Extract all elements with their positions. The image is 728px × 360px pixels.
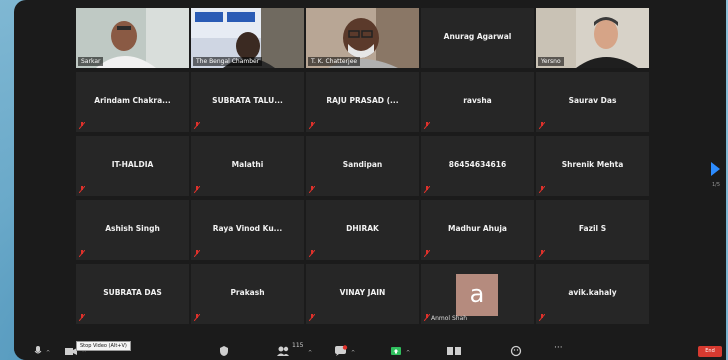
- muted-mic-icon: [194, 186, 200, 193]
- participant-tile[interactable]: avik.kahaly: [536, 264, 649, 324]
- participant-name: Madhur Ahuja: [448, 224, 507, 233]
- participant-tile-avatar[interactable]: a Anmol Shah: [421, 264, 534, 324]
- participant-name-label: Yersno: [538, 57, 564, 66]
- chevron-up-icon[interactable]: ^: [351, 350, 355, 356]
- participant-tile[interactable]: RAJU PRASAD (...: [306, 72, 419, 132]
- participant-tile[interactable]: SUBRATA DAS: [76, 264, 189, 324]
- participant-name: SUBRATA DAS: [103, 288, 162, 297]
- chat-icon[interactable]: [334, 345, 348, 357]
- participant-name: Anurag Agarwal: [443, 32, 512, 41]
- participant-tile[interactable]: Sandipan: [306, 136, 419, 196]
- participant-tile[interactable]: 86454634616: [421, 136, 534, 196]
- page-indicator: 1/5: [711, 182, 720, 188]
- muted-mic-icon: [194, 250, 200, 257]
- video-tile[interactable]: The Bengal Chamber: [191, 8, 304, 68]
- participant-name: RAJU PRASAD (...: [326, 96, 399, 105]
- muted-mic-icon: [79, 250, 85, 257]
- participant-tile[interactable]: Arindam Chakra...: [76, 72, 189, 132]
- muted-mic-icon: [539, 186, 545, 193]
- muted-mic-icon: [424, 122, 430, 129]
- participant-tile[interactable]: ravsha: [421, 72, 534, 132]
- video-tile[interactable]: Yersno: [536, 8, 649, 68]
- next-page-arrow-icon[interactable]: [711, 162, 720, 176]
- participant-tile[interactable]: Shrenik Mehta: [536, 136, 649, 196]
- participant-name: ravsha: [463, 96, 492, 105]
- security-icon[interactable]: [219, 345, 229, 357]
- muted-mic-icon: [539, 122, 545, 129]
- muted-mic-icon: [79, 122, 85, 129]
- muted-mic-icon: [309, 186, 315, 193]
- participant-tile[interactable]: Saurav Das: [536, 72, 649, 132]
- participant-name: Sandipan: [342, 160, 383, 169]
- muted-mic-icon: [424, 314, 430, 321]
- chevron-up-icon[interactable]: ^: [406, 350, 410, 356]
- meeting-window: Sarkar The Bengal Chamber T. K. Chatterj…: [14, 0, 726, 360]
- participant-name: avik.kahaly: [568, 288, 617, 297]
- participants-icon[interactable]: [276, 345, 290, 357]
- chevron-up-icon[interactable]: ^: [46, 350, 50, 356]
- meeting-toolbar: ^ ^ Stop Video (Alt+V) 115 ^ ^ ^ ··· End: [14, 340, 726, 360]
- participant-tile[interactable]: Fazil S: [536, 200, 649, 260]
- video-tile-active-speaker[interactable]: T. K. Chatterjee: [306, 8, 419, 68]
- muted-mic-icon: [309, 250, 315, 257]
- participant-name-label: Anmol Shah: [431, 315, 468, 322]
- reactions-icon[interactable]: [510, 345, 522, 357]
- participant-name-label: T. K. Chatterjee: [308, 57, 361, 66]
- participant-name: IT-HALDIA: [111, 160, 154, 169]
- participant-tile[interactable]: DHIRAK: [306, 200, 419, 260]
- participant-tile[interactable]: Prakash: [191, 264, 304, 324]
- participant-name: Shrenik Mehta: [561, 160, 624, 169]
- participant-name: Malathi: [231, 160, 264, 169]
- participant-name-label: The Bengal Chamber: [193, 57, 263, 66]
- participant-tile[interactable]: VINAY JAIN: [306, 264, 419, 324]
- microphone-icon[interactable]: [34, 345, 42, 357]
- muted-mic-icon: [79, 186, 85, 193]
- muted-mic-icon: [309, 122, 315, 129]
- muted-mic-icon: [424, 186, 430, 193]
- participant-tile[interactable]: Anurag Agarwal: [421, 8, 534, 68]
- tooltip: Stop Video (Alt+V): [76, 341, 131, 351]
- participant-name: Raya Vinod Ku...: [212, 224, 283, 233]
- participant-name: SUBRATA TALU...: [212, 96, 283, 105]
- participant-tile[interactable]: IT-HALDIA: [76, 136, 189, 196]
- muted-mic-icon: [309, 314, 315, 321]
- participant-name: Prakash: [230, 288, 265, 297]
- share-screen-icon[interactable]: [390, 345, 402, 357]
- avatar: a: [456, 274, 498, 316]
- muted-mic-icon: [194, 122, 200, 129]
- muted-mic-icon: [79, 314, 85, 321]
- muted-mic-icon: [539, 314, 545, 321]
- participant-tile[interactable]: Madhur Ahuja: [421, 200, 534, 260]
- chevron-up-icon[interactable]: ^: [308, 350, 312, 356]
- participant-grid: Sarkar The Bengal Chamber T. K. Chatterj…: [76, 8, 649, 324]
- participant-name-label: Sarkar: [78, 57, 104, 66]
- end-meeting-button[interactable]: End: [698, 346, 722, 357]
- video-tile[interactable]: Sarkar: [76, 8, 189, 68]
- participants-count: 115: [292, 342, 304, 349]
- participant-name: Ashish Singh: [105, 224, 160, 233]
- participant-name: VINAY JAIN: [339, 288, 386, 297]
- participant-tile[interactable]: Ashish Singh: [76, 200, 189, 260]
- record-icon[interactable]: [446, 345, 462, 357]
- participant-name: Fazil S: [578, 224, 607, 233]
- participant-name: DHIRAK: [346, 224, 379, 233]
- participant-tile[interactable]: SUBRATA TALU...: [191, 72, 304, 132]
- participant-name: Arindam Chakra...: [94, 96, 171, 105]
- muted-mic-icon: [539, 250, 545, 257]
- participant-tile[interactable]: Raya Vinod Ku...: [191, 200, 304, 260]
- more-icon[interactable]: ···: [554, 343, 563, 355]
- participant-name: 86454634616: [448, 160, 507, 169]
- muted-mic-icon: [424, 250, 430, 257]
- participant-name: Saurav Das: [568, 96, 617, 105]
- muted-mic-icon: [194, 314, 200, 321]
- participant-tile[interactable]: Malathi: [191, 136, 304, 196]
